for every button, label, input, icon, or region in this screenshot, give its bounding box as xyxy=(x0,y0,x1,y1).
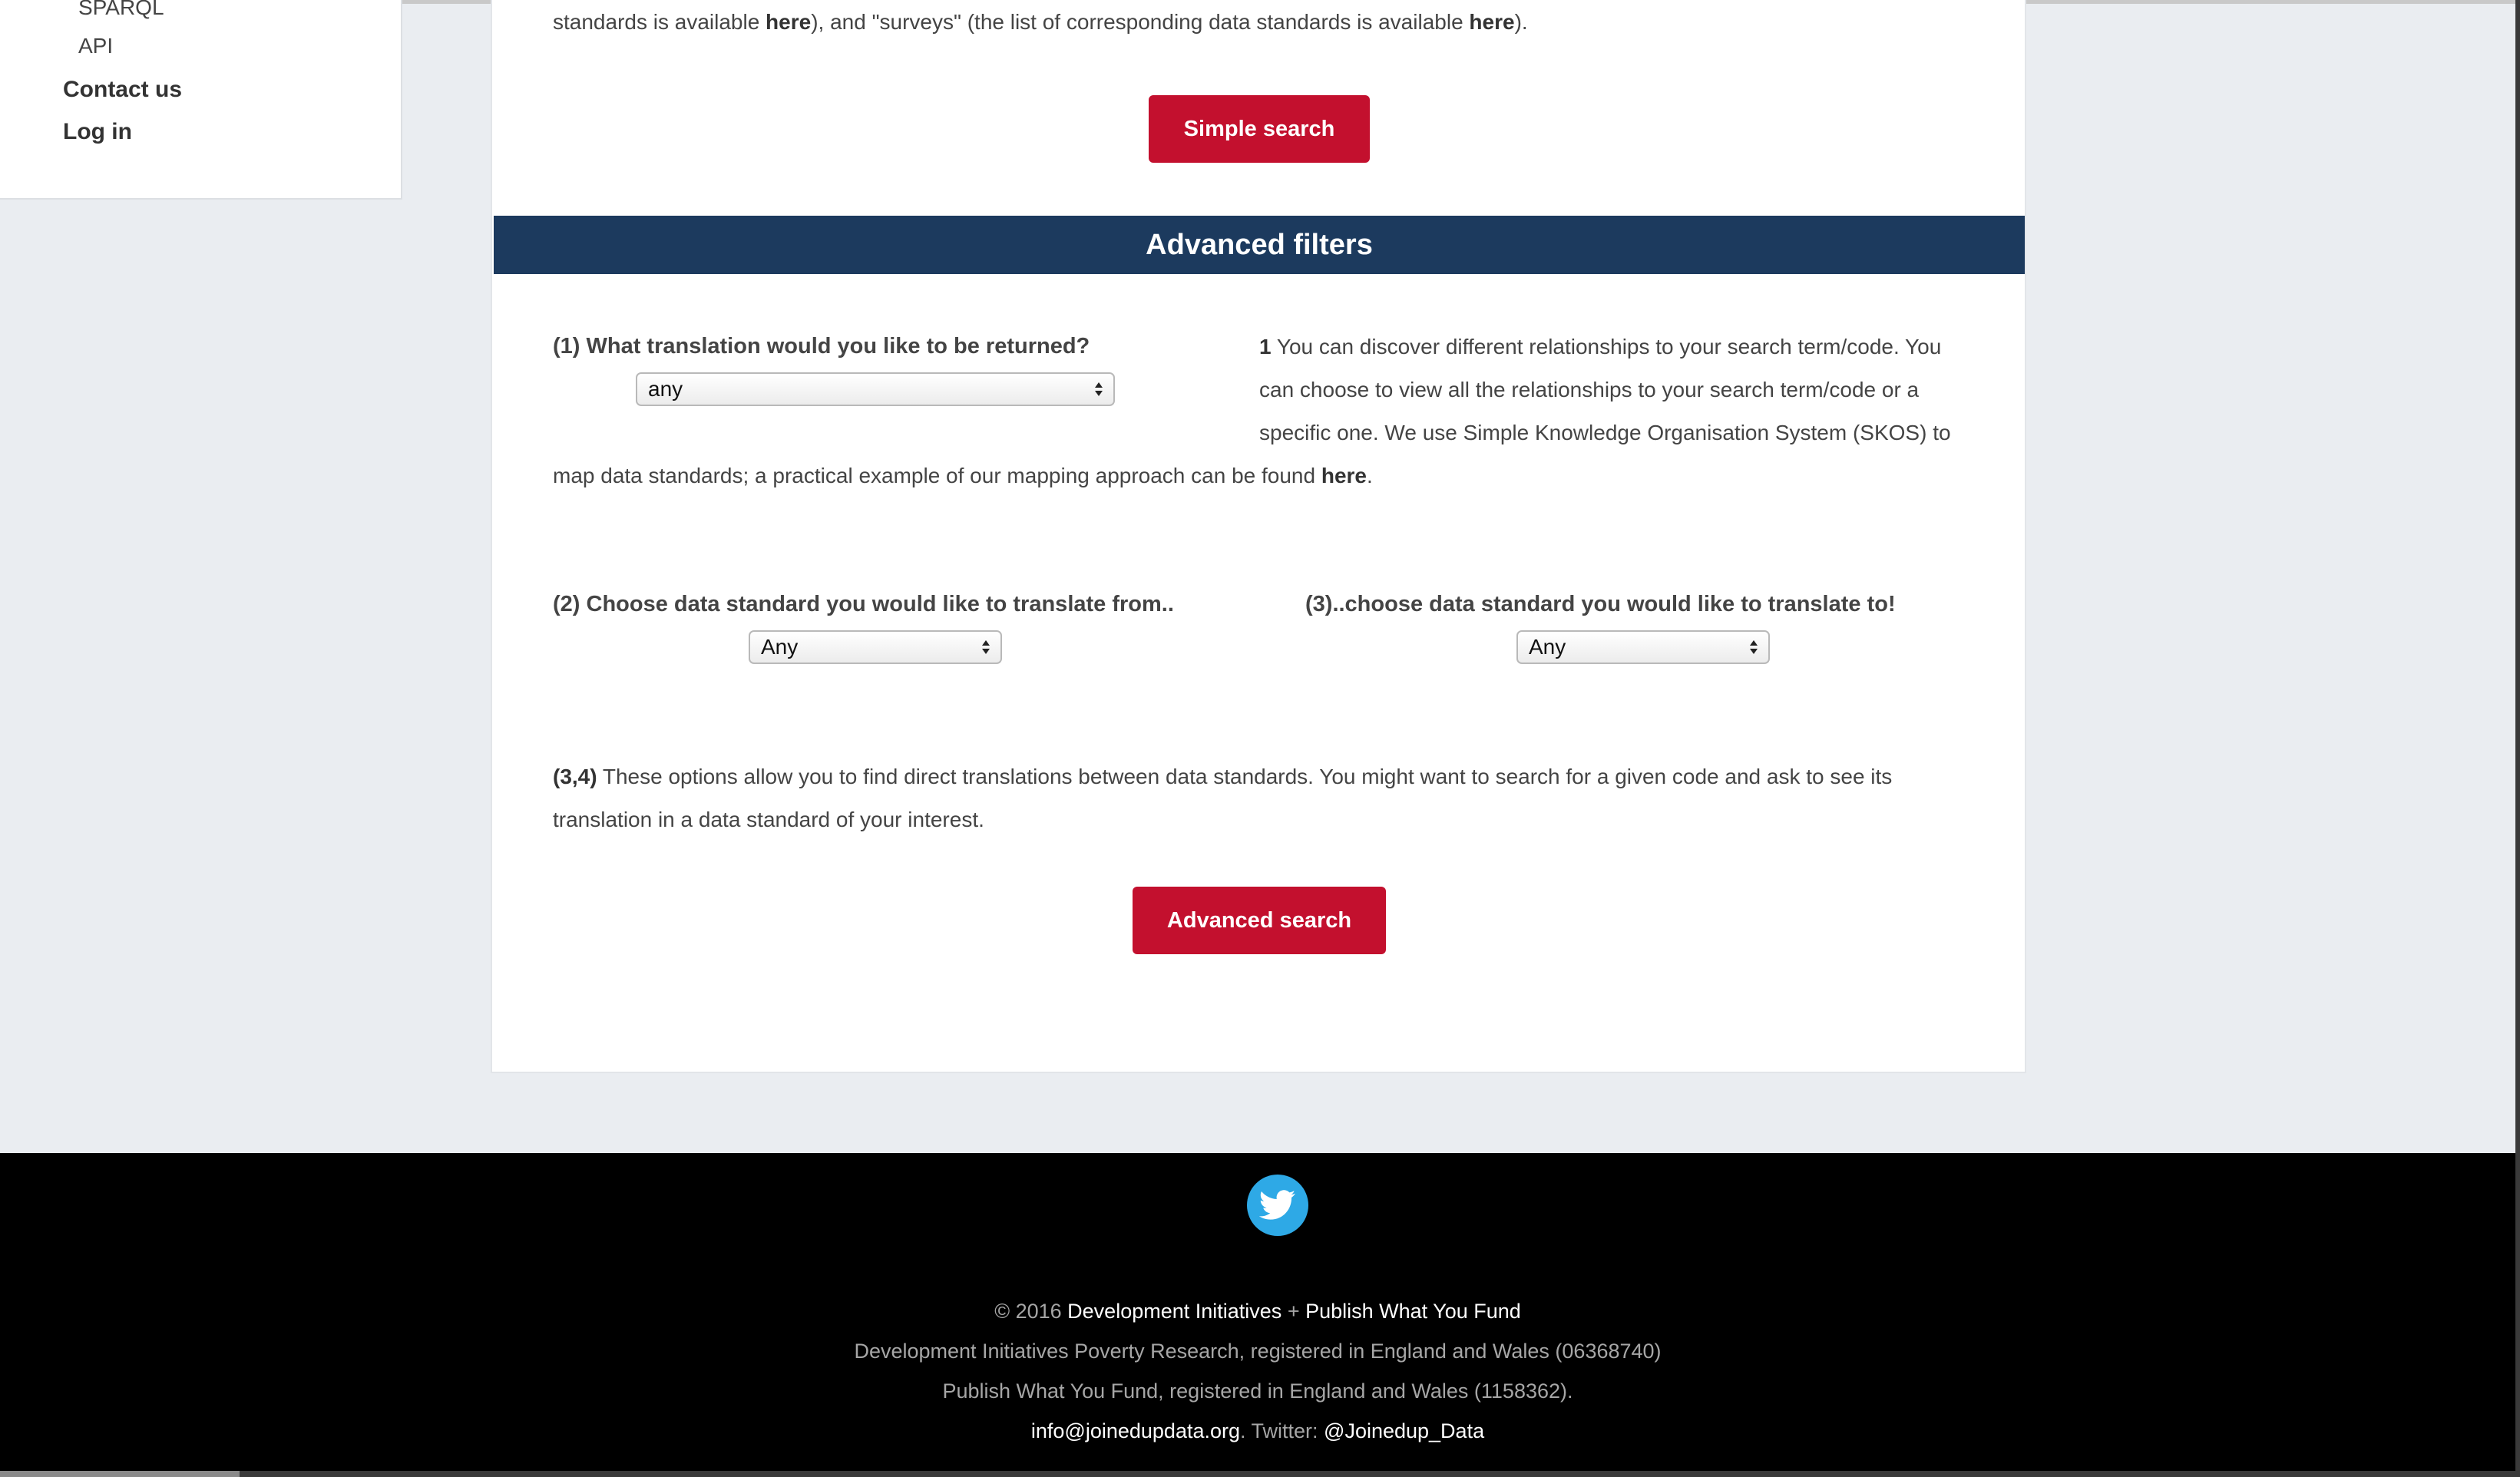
advanced-filters-header: Advanced filters xyxy=(494,216,2025,274)
footer-contact: info@joinedupdata.org. Twitter: @Joinedu… xyxy=(0,1419,2515,1443)
select-arrows-icon xyxy=(982,640,990,654)
intro-text-mid: ), and "surveys" (the list of correspond… xyxy=(811,10,1470,34)
development-initiatives-link[interactable]: Development Initiatives xyxy=(1067,1300,1281,1323)
note1-line4: map data standards; a practical example … xyxy=(553,454,1373,497)
here-link-2[interactable]: here xyxy=(1469,10,1514,34)
plus-sign: + xyxy=(1281,1300,1306,1323)
email-link[interactable]: info@joinedupdata.org xyxy=(1031,1419,1240,1442)
note34-line2: translation in a data standard of your i… xyxy=(553,808,984,831)
select-arrows-icon xyxy=(1095,382,1103,396)
footer-registration-2: Publish What You Fund, registered in Eng… xyxy=(942,1380,1573,1403)
note1-line1-text: You can discover different relationships… xyxy=(1271,335,1942,359)
q2-label: (2) Choose data standard you would like … xyxy=(553,592,1174,616)
translation-type-select[interactable]: any xyxy=(636,372,1115,406)
note1-line4-end: . xyxy=(1367,464,1373,487)
note1-line4-text: map data standards; a practical example … xyxy=(553,464,1321,487)
footer-copyright: © 2016 Development Initiatives + Publish… xyxy=(0,1300,2515,1323)
q3-label: (3)..choose data standard you would like… xyxy=(1305,592,1896,616)
translate-from-select[interactable]: Any xyxy=(749,630,1002,664)
window-right-edge xyxy=(2515,0,2520,1477)
note1-line2: can choose to view all the relationships… xyxy=(1259,378,1920,401)
bottom-edge-highlight xyxy=(0,1471,240,1477)
sidebar-nav: SPARQL API Contact us Log in xyxy=(0,0,402,200)
translate-to-value: Any xyxy=(1529,635,1566,659)
here-link-1[interactable]: here xyxy=(766,10,811,34)
window-bottom-edge xyxy=(0,1471,2520,1477)
note34-line1: (3,4) These options allow you to find di… xyxy=(553,755,1892,798)
sidebar-item-contact-us[interactable]: Contact us xyxy=(63,77,182,103)
note34-line1-text: These options allow you to find direct t… xyxy=(597,765,1893,788)
translate-to-select[interactable]: Any xyxy=(1516,630,1770,664)
intro-text-pre: standards is available xyxy=(553,10,766,34)
footer-registration-1: Development Initiatives Poverty Research… xyxy=(854,1340,1662,1363)
publish-what-you-fund-link[interactable]: Publish What You Fund xyxy=(1305,1300,1521,1323)
note1-line1: 1 You can discover different relationshi… xyxy=(1259,325,1941,368)
copyright-prefix: © 2016 xyxy=(994,1300,1068,1323)
sidebar-item-api[interactable]: API xyxy=(78,34,113,58)
intro-text: standards is available here), and "surve… xyxy=(553,1,1528,44)
select-arrows-icon xyxy=(1750,640,1758,654)
twitter-handle-link[interactable]: @Joinedup_Data xyxy=(1324,1419,1484,1442)
twitter-icon[interactable] xyxy=(1247,1175,1308,1236)
translate-from-value: Any xyxy=(761,635,799,659)
sidebar-item-sparql[interactable]: SPARQL xyxy=(78,0,164,20)
q1-label: (1) What translation would you like to b… xyxy=(553,334,1090,359)
note34-number: (3,4) xyxy=(553,765,597,788)
note1-number: 1 xyxy=(1259,335,1272,359)
twitter-bird-icon xyxy=(1259,1190,1295,1220)
sidebar-item-log-in[interactable]: Log in xyxy=(63,119,132,145)
mapping-here-link[interactable]: here xyxy=(1321,464,1367,487)
translation-type-value: any xyxy=(648,377,683,401)
advanced-search-button[interactable]: Advanced search xyxy=(1133,887,1386,954)
note1-line3: specific one. We use Simple Knowledge Or… xyxy=(1259,421,1951,444)
simple-search-button[interactable]: Simple search xyxy=(1149,95,1370,163)
twitter-label: . Twitter: xyxy=(1240,1419,1324,1442)
intro-text-end: ). xyxy=(1514,10,1528,34)
search-card: standards is available here), and "surve… xyxy=(491,0,2026,1073)
